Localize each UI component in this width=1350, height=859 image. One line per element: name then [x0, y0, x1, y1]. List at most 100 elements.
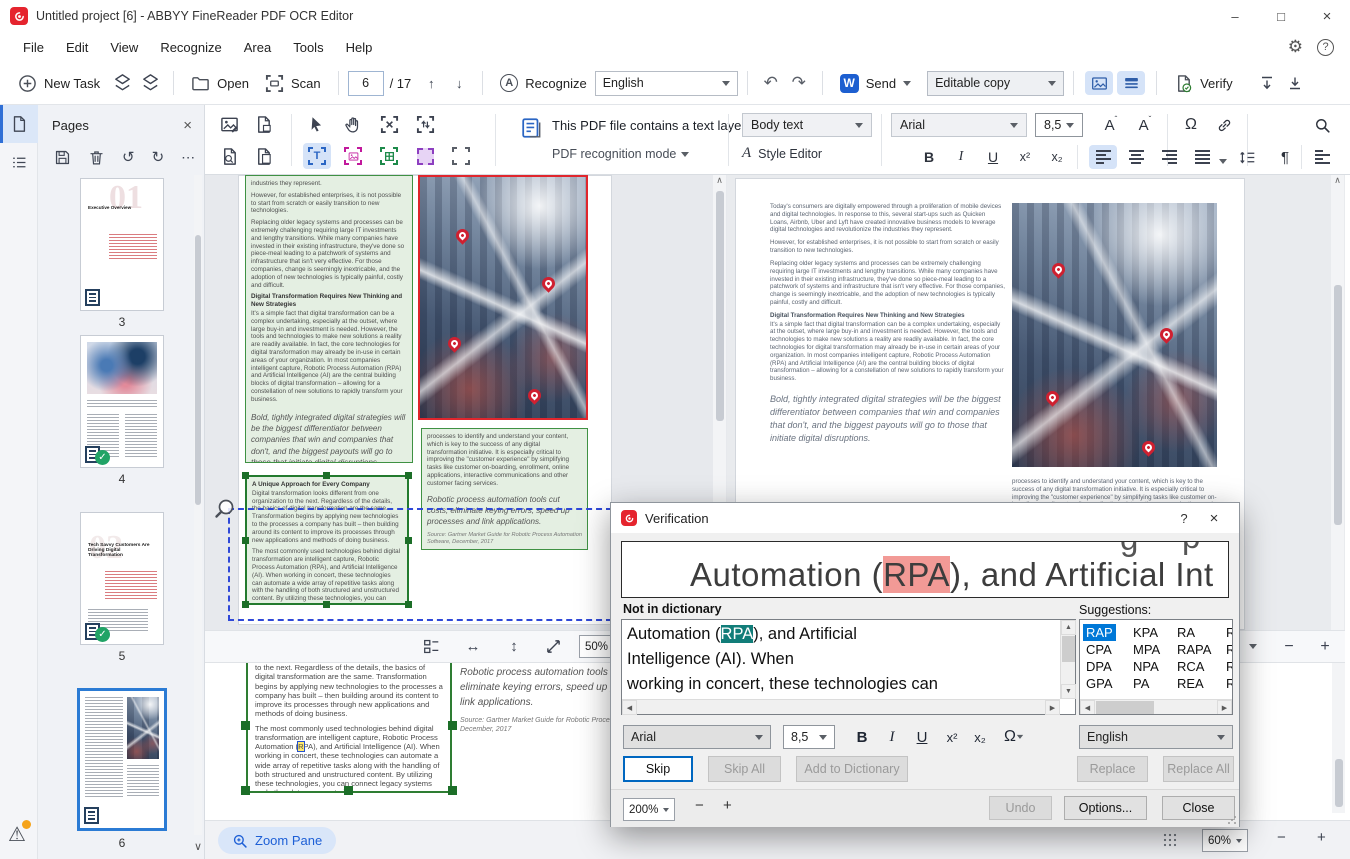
dialog-font-size-select[interactable]: 8,5 [783, 725, 835, 749]
align-right-button[interactable] [1155, 145, 1183, 169]
zoom-pane-text-block[interactable]: to the next. Regardless of the details, … [246, 663, 452, 793]
suggestion-item[interactable]: R [1223, 624, 1232, 641]
add-to-dictionary-button[interactable]: Add to Dictionary [796, 756, 908, 782]
send-to-word-button[interactable]: W Send [832, 69, 919, 98]
list-view-tab[interactable] [0, 143, 38, 181]
pages-scroll-down-icon[interactable]: ∨ [194, 840, 202, 853]
line-spacing-button[interactable] [1233, 145, 1261, 169]
suggestion-item[interactable]: MPA [1130, 641, 1163, 658]
pages-panel-tab[interactable] [0, 105, 38, 143]
zoom-pane-scrollbar[interactable] [1332, 663, 1345, 813]
suggestion-item[interactable]: KPA [1130, 624, 1161, 641]
page-thumbnail-5[interactable]: 02 Tech Savvy Customers Are Driving Digi… [80, 512, 164, 645]
italic-button[interactable]: I [947, 145, 975, 169]
suggestion-item[interactable]: R [1223, 675, 1232, 692]
zoom-pane-toggle-button[interactable]: Zoom Pane [218, 827, 337, 854]
dialog-zoom-in[interactable]: + [723, 797, 732, 814]
pdf-recognition-mode-dropdown[interactable]: PDF recognition mode [552, 147, 690, 161]
dialog-superscript-button[interactable]: x² [939, 725, 965, 749]
view-text-pane-toggle[interactable] [1117, 71, 1146, 95]
area-handle[interactable] [405, 472, 412, 479]
dialog-zoom-out[interactable]: − [695, 797, 704, 814]
delete-area-tool-icon[interactable] [375, 111, 403, 137]
suggestion-item[interactable]: CPA [1083, 641, 1115, 658]
suggestion-item[interactable]: RA [1174, 624, 1198, 641]
page-number-input[interactable]: 6 [347, 70, 384, 96]
close-button[interactable]: × [1304, 0, 1350, 32]
menu-tools[interactable]: Tools [282, 36, 334, 59]
replace-button[interactable]: Replace [1077, 756, 1148, 782]
area-handle[interactable] [242, 472, 249, 479]
reorder-areas-tool-icon[interactable] [411, 111, 439, 137]
rotate-right-icon[interactable]: ↻ [152, 148, 165, 166]
search-icon[interactable] [1308, 113, 1336, 137]
undo-icon[interactable]: ↶ [757, 70, 785, 96]
save-page-image-icon[interactable] [249, 111, 277, 137]
align-left-button[interactable] [1089, 145, 1117, 169]
area-handle[interactable] [323, 472, 330, 479]
suggestion-item[interactable]: PA [1130, 675, 1152, 692]
font-family-select[interactable]: Arial [891, 113, 1027, 137]
zoom-in-button[interactable]: + [1311, 634, 1339, 660]
redo-icon[interactable]: ↷ [785, 70, 813, 96]
paragraph-style-select[interactable]: Body text [742, 113, 872, 137]
dialog-underline-button[interactable]: U [909, 725, 935, 749]
select-tool-icon[interactable] [303, 111, 331, 137]
dialog-zoom-select[interactable]: 200% [623, 798, 676, 821]
text-zoom-chevron-icon[interactable] [1249, 644, 1257, 653]
suggestion-item[interactable]: REA [1174, 675, 1207, 692]
warnings-indicator[interactable]: ⚠ [8, 820, 31, 847]
window-zoom-select[interactable]: 60% [1202, 829, 1249, 852]
dialog-subscript-button[interactable]: x₂ [967, 725, 993, 749]
suggestion-item[interactable]: NPA [1130, 658, 1162, 675]
paragraph-marks-button[interactable]: ¶ [1271, 145, 1299, 169]
menu-help[interactable]: Help [335, 36, 384, 59]
text-pane-scrollbar[interactable]: ∧ [1331, 175, 1344, 630]
area-handle[interactable] [448, 786, 457, 795]
dialog-close-icon[interactable]: × [1199, 510, 1229, 527]
verify-button[interactable]: Verify [1166, 69, 1241, 98]
zoom-out-button[interactable]: − [1275, 634, 1303, 660]
pane-layout-button[interactable] [417, 634, 445, 660]
table-area-tool-icon[interactable] [375, 143, 403, 169]
suggestions-list[interactable]: RAP KPA RA R CPA MPA RAPA R DPA NPA RCA … [1079, 619, 1233, 715]
rotate-left-icon[interactable]: ↺ [122, 148, 135, 166]
fit-height-button[interactable]: ↕ [500, 634, 528, 660]
options-button[interactable]: Options... [1064, 796, 1147, 820]
result-column-1[interactable]: Today's consumers are digitally empowere… [770, 203, 1005, 450]
more-actions-icon[interactable]: ⋯ [181, 149, 195, 166]
recognition-area-tool-icon[interactable] [447, 143, 475, 169]
next-page-icon[interactable]: ↓ [445, 70, 473, 96]
superscript-button[interactable]: x² [1011, 145, 1039, 169]
suggestion-item[interactable]: RCA [1174, 658, 1207, 675]
area-handle[interactable] [448, 721, 457, 730]
area-handle[interactable] [241, 721, 250, 730]
font-size-select[interactable]: 8,5 [1035, 113, 1083, 137]
settings-gear-icon[interactable]: ⚙ [1288, 37, 1303, 57]
area-handle[interactable] [344, 786, 353, 795]
add-pages-icon[interactable] [108, 70, 136, 96]
zoom-in-button[interactable]: + [1317, 829, 1326, 846]
align-center-button[interactable] [1122, 145, 1150, 169]
text-area-tool-icon[interactable]: T [303, 143, 331, 169]
view-image-pane-toggle[interactable] [1085, 71, 1114, 95]
suggestion-item[interactable]: R [1223, 658, 1232, 675]
delete-page-icon[interactable] [88, 149, 105, 166]
first-error-icon[interactable] [1253, 70, 1281, 96]
underline-button[interactable]: U [979, 145, 1007, 169]
pages-stack-icon[interactable] [136, 70, 164, 96]
maximize-button[interactable]: □ [1258, 0, 1304, 32]
hand-tool-icon[interactable] [339, 111, 367, 137]
fit-page-button[interactable] [539, 634, 567, 660]
resize-grip[interactable] [1226, 814, 1238, 826]
edit-image-tool-icon[interactable] [215, 111, 243, 137]
suggestion-item[interactable]: GPA [1083, 675, 1116, 692]
justify-button[interactable] [1188, 145, 1216, 169]
suggestion-item[interactable]: RAPA [1174, 641, 1214, 658]
decrease-font-icon[interactable]: Aˇ [1131, 113, 1159, 137]
zoom-out-button[interactable]: − [1277, 829, 1286, 846]
minimize-button[interactable]: – [1212, 0, 1258, 32]
menu-file[interactable]: File [12, 36, 55, 59]
menu-recognize[interactable]: Recognize [149, 36, 232, 59]
dialog-language-select[interactable]: English [1079, 725, 1233, 749]
